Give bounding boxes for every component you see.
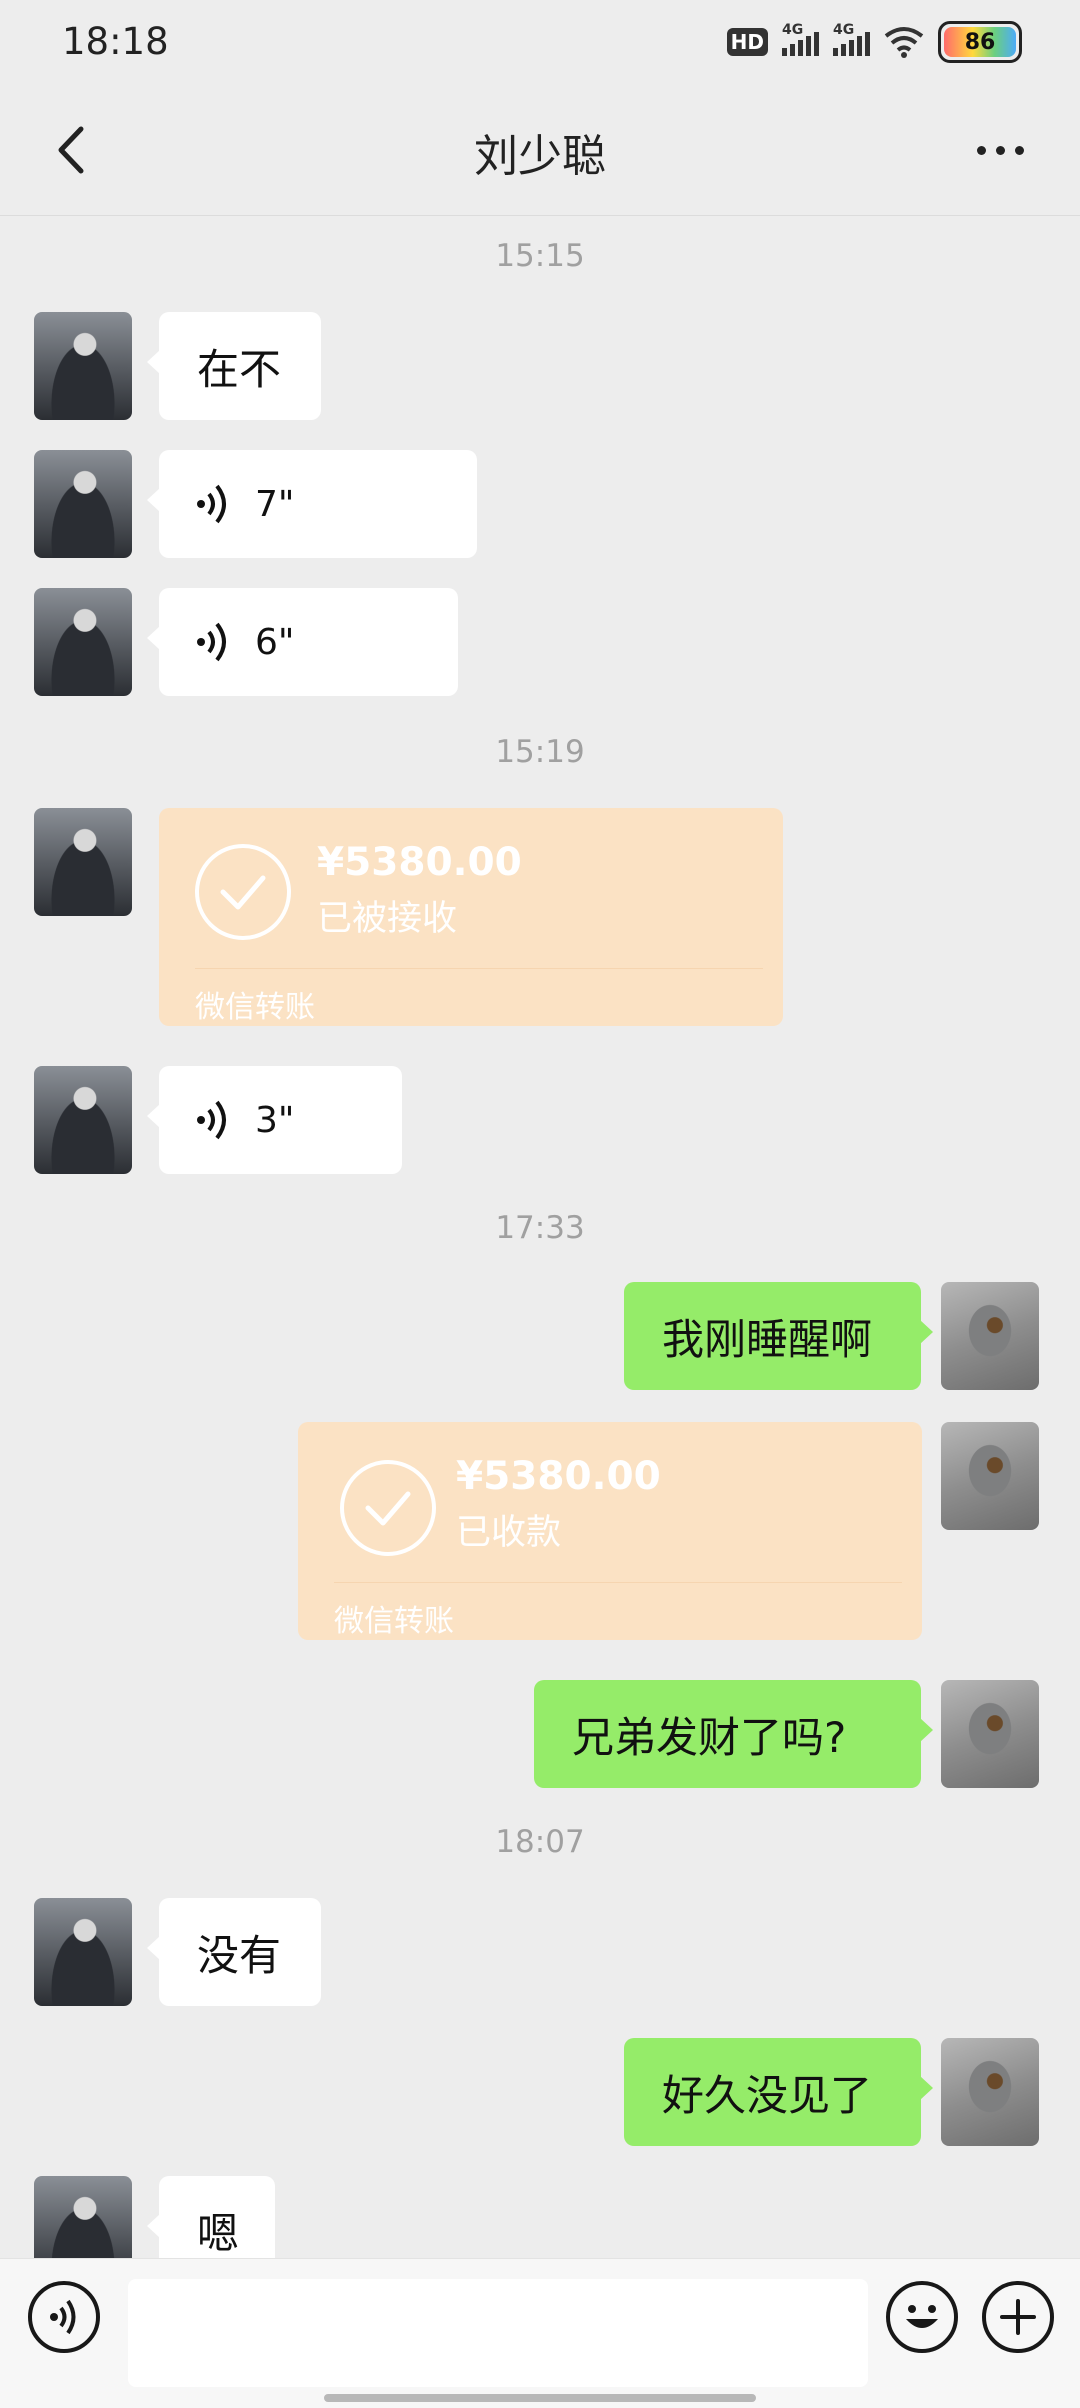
more-button[interactable]	[960, 120, 1040, 180]
check-circle-icon	[195, 844, 291, 940]
message-text: 好久没见了	[662, 2070, 873, 2120]
plus-icon	[1000, 2299, 1036, 2335]
message-list[interactable]: 15:15 在不 7" 6" 15:19 ¥5380.00 已被接收 微信转账 …	[0, 216, 1080, 2258]
chat-title: 刘少聪	[474, 131, 606, 182]
emoji-button[interactable]	[886, 2281, 958, 2353]
battery-icon: 86	[938, 21, 1022, 63]
avatar[interactable]	[34, 588, 132, 696]
voice-input-button[interactable]	[28, 2281, 100, 2353]
voice-duration: 7"	[255, 483, 295, 525]
more-dots-icon	[1014, 145, 1024, 155]
transfer-status: 已收款	[456, 1513, 562, 1553]
voice-duration: 6"	[255, 621, 295, 663]
more-dots-icon	[995, 145, 1005, 155]
voice-wave-icon	[197, 622, 226, 662]
avatar[interactable]	[941, 1422, 1039, 1530]
chat-header: 刘少聪	[0, 84, 1080, 216]
message-bubble[interactable]: 没有	[147, 1898, 321, 2006]
emoji-icon	[906, 2305, 938, 2328]
avatar[interactable]	[34, 450, 132, 558]
transfer-card[interactable]: ¥5380.00 已收款 微信转账	[298, 1422, 922, 1640]
transfer-label: 微信转账	[195, 990, 315, 1025]
message-text: 兄弟发财了吗?	[572, 1712, 847, 1762]
signal-4g-icon: 4G	[782, 22, 819, 56]
avatar[interactable]	[34, 2176, 132, 2258]
message-text: 在不	[197, 344, 282, 394]
timestamp: 15:15	[495, 238, 585, 274]
message-text: 我刚睡醒啊	[662, 1314, 873, 1364]
more-dots-icon	[976, 145, 986, 155]
voice-input-icon	[50, 2299, 76, 2335]
avatar[interactable]	[941, 1680, 1039, 1788]
message-bubble[interactable]: 嗯	[147, 2176, 275, 2258]
avatar[interactable]	[34, 1066, 132, 1174]
divider	[334, 1582, 902, 1583]
divider	[195, 968, 763, 969]
status-bar: 18:18 HD 4G 4G 86	[0, 0, 1080, 84]
hd-icon: HD	[726, 28, 768, 56]
avatar[interactable]	[34, 808, 132, 916]
network-type-label: 4G	[833, 22, 855, 38]
voice-duration: 3"	[255, 1099, 295, 1141]
timestamp: 18:07	[495, 1824, 585, 1860]
voice-wave-icon	[197, 484, 226, 524]
timestamp: 15:19	[495, 734, 585, 770]
voice-message[interactable]: 6"	[147, 588, 458, 696]
message-input[interactable]	[128, 2279, 868, 2387]
wifi-icon	[884, 27, 924, 58]
transfer-status: 已被接收	[317, 899, 458, 939]
network-type-label: 4G	[782, 22, 804, 38]
message-text: 没有	[197, 1930, 282, 1980]
timestamp: 17:33	[495, 1210, 585, 1246]
voice-wave-icon	[197, 1100, 226, 1140]
home-indicator[interactable]	[324, 2394, 756, 2402]
signal-4g-icon: 4G	[833, 22, 870, 56]
input-bar	[0, 2258, 1080, 2408]
transfer-amount: ¥5380.00	[456, 1454, 661, 1499]
message-bubble[interactable]: 兄弟发财了吗?	[534, 1680, 933, 1788]
message-bubble[interactable]: 我刚睡醒啊	[624, 1282, 933, 1390]
status-icons: HD 4G 4G 86	[726, 18, 1022, 66]
transfer-card[interactable]: ¥5380.00 已被接收 微信转账	[159, 808, 783, 1026]
battery-level: 86	[964, 29, 996, 55]
avatar[interactable]	[34, 312, 132, 420]
status-time: 18:18	[62, 20, 169, 63]
message-bubble[interactable]: 在不	[147, 312, 321, 420]
message-bubble[interactable]: 好久没见了	[624, 2038, 933, 2146]
transfer-amount: ¥5380.00	[317, 840, 522, 885]
voice-message[interactable]: 3"	[147, 1066, 402, 1174]
voice-message[interactable]: 7"	[147, 450, 477, 558]
avatar[interactable]	[34, 1898, 132, 2006]
transfer-label: 微信转账	[334, 1604, 454, 1639]
message-text: 嗯	[197, 2208, 240, 2258]
avatar[interactable]	[941, 2038, 1039, 2146]
plus-button[interactable]	[982, 2281, 1054, 2353]
avatar[interactable]	[941, 1282, 1039, 1390]
check-circle-icon	[340, 1460, 436, 1556]
